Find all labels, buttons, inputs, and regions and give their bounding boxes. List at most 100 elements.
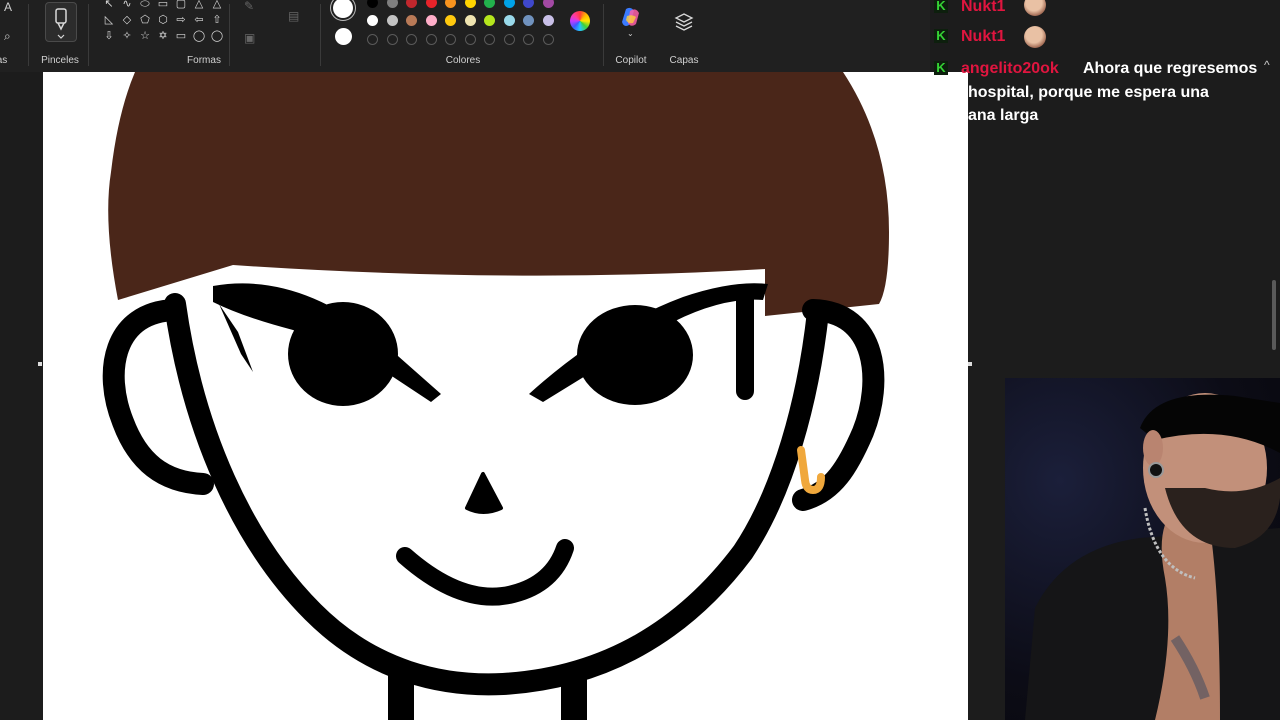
- hair: [108, 72, 889, 316]
- custom-color-slot[interactable]: [445, 34, 456, 45]
- divider: [603, 4, 604, 66]
- secondary-color-swatch[interactable]: [335, 28, 352, 45]
- mouth: [396, 539, 574, 606]
- color-swatch[interactable]: [367, 0, 378, 8]
- custom-color-slot[interactable]: [406, 34, 417, 45]
- shape-option[interactable]: ⬭: [136, 0, 154, 12]
- k-badge-icon: K: [934, 29, 948, 43]
- custom-color-slot[interactable]: [425, 34, 437, 45]
- right-brow-tick: [736, 290, 754, 400]
- color-swatch[interactable]: [523, 0, 534, 8]
- shapes-label: Formas: [187, 55, 221, 66]
- custom-color-slot[interactable]: [542, 34, 554, 45]
- color-swatch[interactable]: [464, 0, 476, 8]
- shape-option[interactable]: ⇧: [208, 12, 226, 28]
- brushes-label: Pinceles: [41, 55, 79, 66]
- avatar: [1024, 26, 1046, 48]
- color-swatch[interactable]: [445, 0, 456, 8]
- shape-option[interactable]: ∿: [118, 0, 136, 12]
- chat-text-continued: ana larga: [968, 107, 1039, 124]
- fill-icon[interactable]: ▣: [244, 32, 255, 44]
- webcam-feed: [1005, 378, 1280, 720]
- layers-label: Capas: [669, 55, 699, 66]
- shapes-gallery[interactable]: ↖ ∿ ⬭ ▭ ▢ △ △ ◺ ◇ ⬠ ⬡ ⇨ ⇦ ⇧ ⇩ ✧ ☆ ✡ ▭ ◯ ◯: [100, 0, 224, 48]
- divider: [320, 4, 321, 66]
- chevron-icon[interactable]: ^: [1264, 58, 1270, 72]
- shape-option[interactable]: ✧: [118, 28, 136, 44]
- color-swatch[interactable]: [406, 15, 417, 26]
- shape-option[interactable]: ◯: [208, 28, 226, 44]
- chevron-down-icon[interactable]: ⌄: [627, 28, 634, 40]
- shape-option[interactable]: ⇦: [190, 12, 208, 28]
- chat-scrollbar[interactable]: [1272, 280, 1276, 350]
- chat-username[interactable]: Nukt1: [961, 0, 1005, 16]
- shape-option[interactable]: ↖: [100, 0, 118, 12]
- text-tool-icon[interactable]: A: [4, 1, 12, 13]
- custom-color-slot[interactable]: [503, 34, 515, 45]
- color-swatch[interactable]: [367, 15, 378, 26]
- color-swatch[interactable]: [484, 0, 495, 8]
- color-swatch[interactable]: [386, 15, 398, 26]
- custom-color-slot[interactable]: [484, 34, 495, 45]
- stream-chat: K Nukt1 K Nukt1 K angelito20ok Ahora que…: [930, 0, 1280, 380]
- k-badge-icon: K: [934, 61, 948, 75]
- color-swatch[interactable]: [425, 15, 437, 26]
- divider: [88, 4, 89, 66]
- zoom-icon[interactable]: ⌕: [4, 30, 11, 42]
- color-swatch[interactable]: [406, 0, 417, 8]
- edit-colors-icon[interactable]: [570, 11, 590, 31]
- color-swatch[interactable]: [386, 0, 398, 8]
- avatar: [1024, 0, 1046, 16]
- shape-option[interactable]: ◯: [190, 28, 208, 44]
- color-swatch[interactable]: [445, 15, 456, 26]
- k-badge-icon: K: [934, 0, 948, 13]
- shape-option[interactable]: ⇨: [172, 12, 190, 28]
- custom-color-slot[interactable]: [386, 34, 398, 45]
- layers-icon[interactable]: [674, 12, 694, 32]
- face-outline: [164, 293, 829, 696]
- divider: [229, 4, 230, 66]
- color-swatch[interactable]: [503, 0, 515, 8]
- color-swatch[interactable]: [523, 15, 534, 26]
- shape-option[interactable]: ✡: [154, 28, 172, 44]
- custom-color-slot[interactable]: [367, 34, 378, 45]
- drawing-canvas[interactable]: [43, 72, 968, 720]
- canvas-area: [0, 72, 972, 720]
- copilot-label: Copilot: [615, 55, 647, 66]
- earring: [797, 446, 825, 495]
- chat-text-continued: hospital, porque me espera una: [968, 84, 1209, 101]
- shape-option[interactable]: ☆: [136, 28, 154, 44]
- tools-label: as: [0, 55, 8, 66]
- chat-username[interactable]: Nukt1: [961, 28, 1005, 46]
- copilot-icon[interactable]: [620, 6, 642, 28]
- resize-handle[interactable]: [38, 362, 42, 366]
- shape-option[interactable]: ◺: [100, 12, 118, 28]
- custom-color-slot[interactable]: [523, 34, 534, 45]
- paint-ribbon: A ⌕ as Pinceles ↖∿⬭▭▢△△◺◇⬠⬡⇨⇦⇧⇩✧☆✡▭◯◯ ✎ …: [0, 0, 930, 72]
- shape-option[interactable]: ▢: [172, 0, 190, 12]
- outline-icon[interactable]: ✎: [244, 0, 254, 12]
- color-swatch[interactable]: [464, 15, 476, 26]
- custom-color-slot[interactable]: [464, 34, 476, 45]
- shape-option[interactable]: ▭: [154, 0, 172, 12]
- right-eye: [577, 305, 693, 405]
- shape-option[interactable]: ⬠: [136, 12, 154, 28]
- brush-button[interactable]: [45, 2, 77, 42]
- chat-username[interactable]: angelito20ok: [961, 60, 1059, 78]
- primary-color-swatch[interactable]: [333, 0, 353, 18]
- color-swatch[interactable]: [542, 0, 554, 8]
- chat-text: Ahora que regresemos: [1083, 60, 1258, 77]
- shape-size-icon[interactable]: ▤: [288, 10, 299, 22]
- shape-option[interactable]: △: [208, 0, 226, 12]
- shape-option[interactable]: ⬡: [154, 12, 172, 28]
- color-swatch[interactable]: [503, 15, 515, 26]
- shape-option[interactable]: ⇩: [100, 28, 118, 44]
- color-swatch[interactable]: [425, 0, 437, 8]
- color-swatch[interactable]: [484, 15, 495, 26]
- shape-option[interactable]: △: [190, 0, 208, 12]
- color-swatch[interactable]: [542, 15, 554, 26]
- left-eye: [288, 302, 398, 406]
- colors-label: Colores: [445, 55, 481, 66]
- shape-option[interactable]: ▭: [172, 28, 190, 44]
- shape-option[interactable]: ◇: [118, 12, 136, 28]
